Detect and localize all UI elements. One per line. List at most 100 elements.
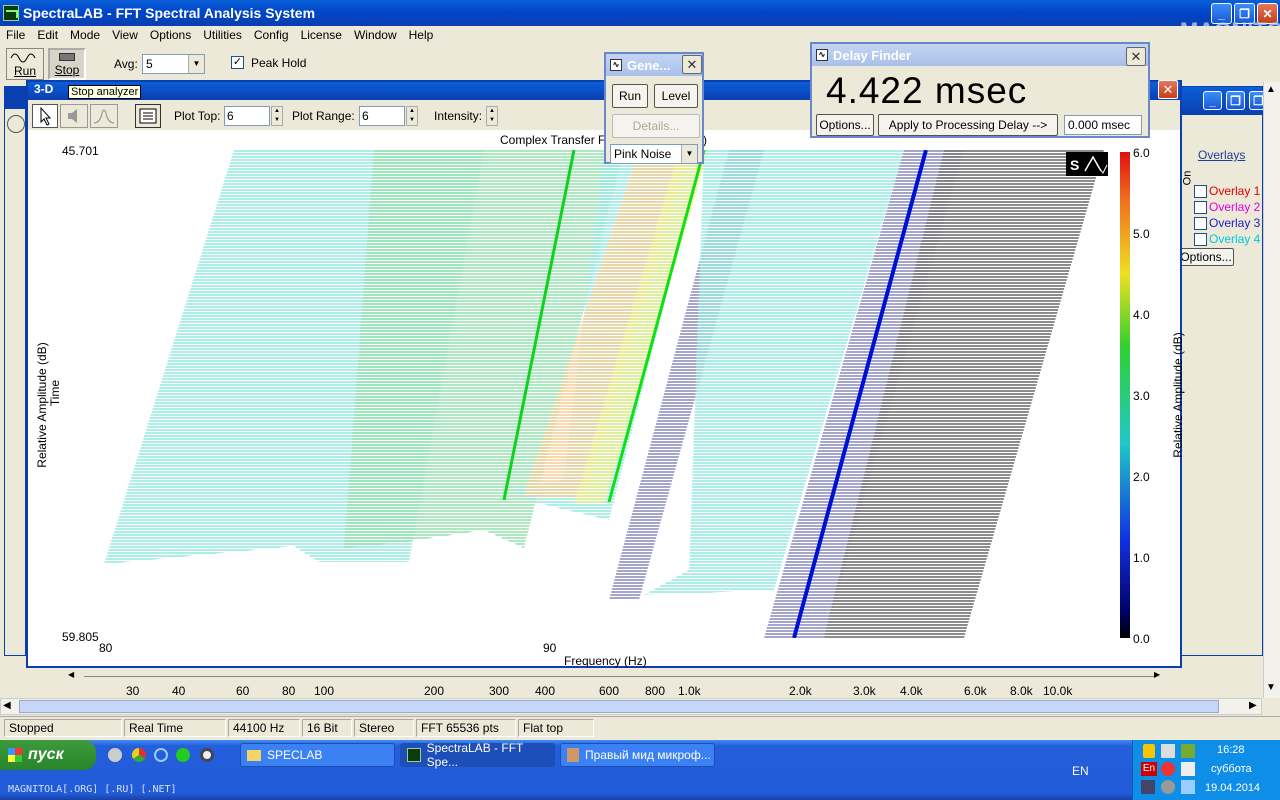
- media-player-icon[interactable]: [200, 748, 214, 762]
- plot-top-spinner[interactable]: ▲ ▼: [271, 106, 283, 126]
- plot-range-spinner[interactable]: ▲ ▼: [406, 106, 418, 126]
- shield-icon[interactable]: [1143, 744, 1155, 758]
- colorbar-tick-2: 2.0: [1133, 470, 1150, 484]
- scroll-left-arrow[interactable]: ◀: [3, 700, 11, 711]
- status-state: Stopped: [4, 719, 122, 737]
- overlay-2-checkbox[interactable]: [1194, 201, 1207, 214]
- ruler-tick: 60: [236, 684, 250, 698]
- menu-utilities[interactable]: Utilities: [197, 28, 248, 42]
- delay-finder-close-button[interactable]: ✕: [1126, 47, 1146, 66]
- delay-value: 4.422 msec: [826, 70, 1028, 111]
- colorbar-tick-5: 5.0: [1133, 227, 1150, 241]
- peak-tool-button[interactable]: [90, 104, 118, 128]
- settings-tool-button[interactable]: [135, 104, 161, 128]
- tray-app-icon-3[interactable]: [1181, 780, 1195, 794]
- processing-delay-field[interactable]: 0.000 msec: [1064, 115, 1142, 135]
- plot-window: 3-D ✕ Plot Top: 6 ▲ ▼ Plot Range: 6 ▲ ▼ Inte…: [26, 80, 1185, 668]
- generator-details-button[interactable]: Details...: [612, 114, 700, 138]
- generator-level-button[interactable]: Level: [654, 84, 698, 108]
- stop-button[interactable]: Stop: [48, 48, 86, 80]
- status-channels: Stereo: [354, 719, 414, 737]
- overlay-1-checkbox[interactable]: [1194, 185, 1207, 198]
- intensity-spinner[interactable]: ▲ ▼: [486, 106, 498, 126]
- plot-top-label: Plot Top:: [174, 109, 221, 123]
- generator-close-button[interactable]: ✕: [682, 55, 702, 74]
- peak-hold-checkbox[interactable]: ✓: [231, 56, 244, 69]
- app-title: SpectraLAB - FFT Spectral Analysis Syste…: [23, 5, 316, 21]
- browser-icon[interactable]: [154, 748, 168, 762]
- tray-app-icon[interactable]: [1141, 780, 1155, 794]
- speaker-tool-button[interactable]: [60, 104, 88, 128]
- peak-icon: [93, 109, 115, 124]
- scroll-right-arrow[interactable]: ▶: [1249, 700, 1257, 711]
- ruler-tick: 400: [535, 684, 556, 698]
- task-browser-page[interactable]: Правый мид микроф...: [560, 743, 715, 767]
- task-speclab-folder[interactable]: SPECLAB: [240, 743, 395, 767]
- x-tick-90: 90: [543, 641, 557, 655]
- delay-finder-dialog: ∿ Delay Finder ✕ 4.422 msec Options... Ap…: [810, 42, 1150, 138]
- horizontal-scrollbar[interactable]: ◀ ▶: [0, 698, 1262, 715]
- chrome-icon[interactable]: [132, 748, 146, 762]
- avg-select[interactable]: 5 ▼: [142, 54, 205, 74]
- network-icon[interactable]: [1181, 744, 1195, 758]
- menu-edit[interactable]: Edit: [31, 28, 64, 42]
- run-button[interactable]: Run: [6, 48, 44, 80]
- overlay-4-checkbox[interactable]: [1194, 233, 1207, 246]
- generator-signal-select[interactable]: Pink Noise ▼: [610, 144, 698, 164]
- tray-app-icon-2[interactable]: [1161, 780, 1175, 794]
- menu-view[interactable]: View: [106, 28, 144, 42]
- menu-file[interactable]: File: [0, 28, 31, 42]
- plot-range-input[interactable]: 6 ▲ ▼: [359, 106, 418, 126]
- chevron-down-icon[interactable]: ▼: [681, 145, 697, 163]
- menu-mode[interactable]: Mode: [64, 28, 106, 42]
- ruler-left-arrow[interactable]: ◀: [68, 670, 80, 680]
- green-app-icon[interactable]: [176, 748, 190, 762]
- overlay-3-checkbox[interactable]: [1194, 217, 1207, 230]
- task-spectralab[interactable]: SpectraLAB - FFT Spe...: [400, 741, 555, 769]
- page-icon: [567, 748, 579, 762]
- apply-delay-button[interactable]: Apply to Processing Delay -->: [878, 114, 1058, 136]
- colorbar-label: Relative Amplitude (dB): [1171, 332, 1185, 458]
- ie-icon[interactable]: [108, 748, 122, 762]
- generator-run-button[interactable]: Run: [612, 84, 648, 108]
- plot-top-value: 6: [227, 109, 234, 123]
- speaker-icon[interactable]: [1161, 744, 1175, 758]
- scroll-up-arrow[interactable]: ▲: [1266, 84, 1276, 95]
- overlays-header: Overlays: [1198, 148, 1246, 162]
- menu-config[interactable]: Config: [248, 28, 295, 42]
- overlay-3-label: Overlay 3: [1209, 216, 1261, 230]
- scroll-thumb[interactable]: [19, 700, 1219, 713]
- status-sample-rate: 44100 Hz: [228, 719, 300, 737]
- start-button[interactable]: пуск: [0, 740, 96, 770]
- start-label: пуск: [28, 746, 64, 763]
- opera-icon[interactable]: [1161, 762, 1175, 776]
- ruler-tick: 200: [424, 684, 445, 698]
- plot-window-close-button[interactable]: ✕: [1158, 80, 1178, 99]
- language-indicator[interactable]: EN: [1072, 764, 1089, 778]
- menu-window[interactable]: Window: [348, 28, 403, 42]
- ruler-right-arrow[interactable]: ▶: [1154, 670, 1166, 680]
- delay-finder-title: Delay Finder: [833, 47, 912, 63]
- scroll-down-arrow[interactable]: ▼: [1266, 682, 1276, 693]
- vertical-scrollbar[interactable]: ▲ ▼: [1263, 82, 1280, 698]
- plot-window-title: 3-D: [34, 82, 54, 96]
- plot-top-input[interactable]: 6 ▲ ▼: [224, 106, 283, 126]
- taskbar: пуск SPECLAB SpectraLAB - FFT Spe... Пра…: [0, 740, 1280, 800]
- delay-options-button[interactable]: Options...: [816, 114, 874, 136]
- delay-finder-titlebar: ∿ Delay Finder: [812, 44, 1148, 66]
- menu-help[interactable]: Help: [403, 28, 440, 42]
- overlays-panel: Overlays On Overlay 1 Overlay 2 Overlay …: [1178, 148, 1262, 268]
- zoom-icon[interactable]: [7, 115, 25, 133]
- generator-icon: ∿: [610, 59, 622, 71]
- monitor-icon[interactable]: [1181, 762, 1195, 776]
- chevron-down-icon[interactable]: ▼: [188, 55, 204, 73]
- overlay-2-label: Overlay 2: [1209, 200, 1261, 214]
- colorbar-tick-1: 1.0: [1133, 551, 1150, 565]
- menu-license[interactable]: License: [295, 28, 348, 42]
- menu-options[interactable]: Options: [144, 28, 197, 42]
- overlay-options-button[interactable]: Options...: [1178, 248, 1234, 266]
- pointer-tool-button[interactable]: [32, 104, 58, 128]
- svg-text:S: S: [1070, 157, 1079, 173]
- peak-hold-label: Peak Hold: [251, 56, 307, 70]
- keyboard-layout-indicator[interactable]: En: [1141, 762, 1157, 776]
